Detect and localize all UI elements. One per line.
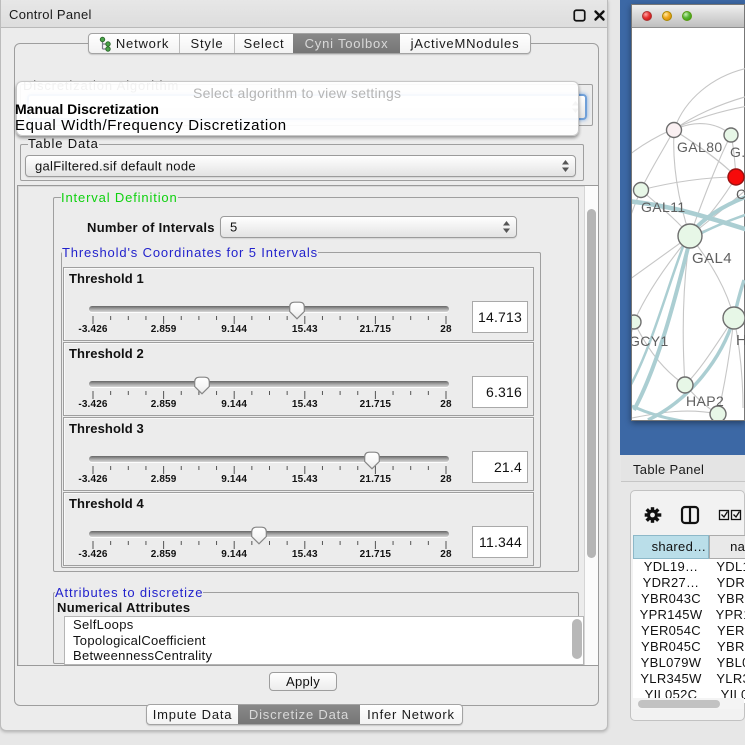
svg-text:GAL4: GAL4 [692,250,732,267]
svg-text:G.: G. [730,144,745,160]
svg-text:H: H [736,332,745,349]
svg-text:GCY1: GCY1 [632,333,669,349]
svg-text:HAP2: HAP2 [686,393,724,409]
svg-text:GAL11: GAL11 [641,199,686,215]
svg-text:GAL80: GAL80 [677,139,723,155]
svg-text:C: C [736,186,745,202]
